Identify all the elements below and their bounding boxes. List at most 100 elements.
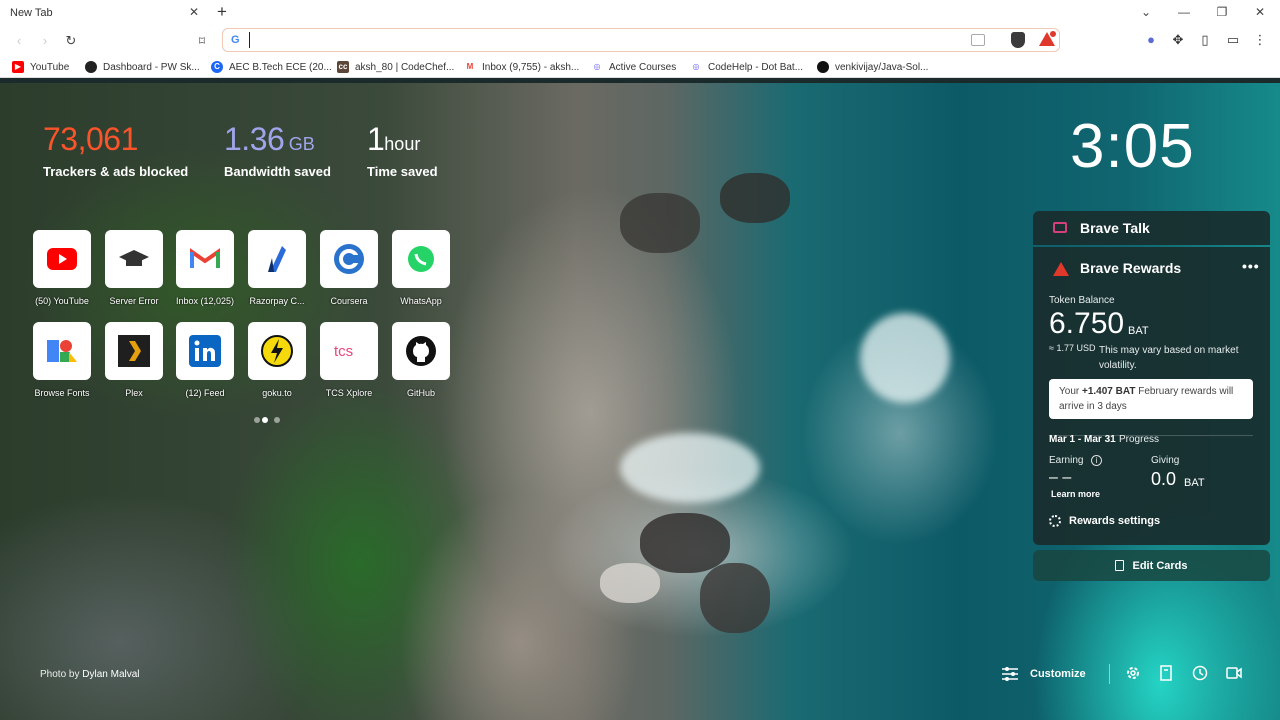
- bookmark-youtube[interactable]: ▶ YouTube: [12, 59, 69, 75]
- bookmark-github[interactable]: venkivijay/Java-Sol...: [817, 59, 928, 75]
- bookmark-label: YouTube: [30, 61, 70, 73]
- tab-close-icon[interactable]: ✕: [186, 4, 202, 20]
- bookmark-codechef[interactable]: cc aksh_80 | CodeChef...: [337, 59, 454, 75]
- settings-gear-icon[interactable]: [1125, 665, 1141, 681]
- info-icon[interactable]: i: [1091, 455, 1102, 466]
- share-icon[interactable]: [971, 34, 985, 46]
- trackers-count: 73,061: [43, 121, 138, 157]
- brave-talk-title: Brave Talk: [1080, 220, 1150, 236]
- top-site-github[interactable]: GitHub: [392, 322, 450, 406]
- background-foam: [860, 313, 950, 403]
- brave-talk-camera-icon[interactable]: [1226, 665, 1242, 681]
- tab-new-tab[interactable]: New Tab: [0, 0, 206, 26]
- learn-more-link[interactable]: Learn more: [1051, 489, 1100, 499]
- top-site-label: Server Error: [109, 296, 159, 306]
- top-site-label: TCS Xplore: [325, 388, 373, 398]
- top-site-label: Coursera: [330, 296, 368, 306]
- address-input[interactable]: [249, 32, 949, 48]
- sidebar-icon[interactable]: ▯: [1197, 32, 1213, 48]
- bandwidth-stat: 1.36 GB Bandwidth saved: [224, 121, 331, 179]
- pager-dot[interactable]: [254, 417, 260, 423]
- background-rock: [700, 563, 770, 633]
- bookmark-pw-dashboard[interactable]: Dashboard - PW Sk...: [85, 59, 200, 75]
- extensions-puzzle-icon[interactable]: ✥: [1170, 32, 1186, 48]
- bookmark-label: Active Courses: [609, 61, 677, 73]
- top-site-tcs-xplore[interactable]: tcs TCS Xplore: [320, 322, 378, 406]
- google-search-icon: G: [231, 34, 240, 46]
- photo-credit-author[interactable]: Dylan Malval: [82, 669, 139, 680]
- new-tab-plus-icon[interactable]: +: [214, 3, 230, 21]
- brave-shields-icon[interactable]: [1011, 32, 1025, 48]
- customize-button[interactable]: Customize: [1002, 665, 1086, 683]
- top-site-browse-fonts[interactable]: Browse Fonts: [33, 322, 91, 406]
- bookmarks-bar: ▶ YouTube Dashboard - PW Sk... C AEC B.T…: [0, 56, 1280, 78]
- rewards-badge: [1049, 30, 1057, 38]
- top-site-label: Razorpay C...: [249, 296, 305, 306]
- bookmark-label: AEC B.Tech ECE (20...: [229, 61, 332, 73]
- top-site-youtube[interactable]: (50) YouTube: [33, 230, 91, 314]
- time-value: 1: [367, 121, 385, 157]
- pager-dot-active[interactable]: [262, 417, 268, 423]
- razorpay-icon: [268, 246, 286, 272]
- notice-amount: +1.407 BAT: [1082, 386, 1136, 397]
- top-site-razorpay[interactable]: Razorpay C...: [248, 230, 306, 314]
- close-window-icon[interactable]: ✕: [1252, 4, 1268, 20]
- top-site-coursera[interactable]: Coursera: [320, 230, 378, 314]
- tab-title: New Tab: [10, 7, 53, 19]
- top-site-inbox[interactable]: Inbox (12,025): [176, 230, 234, 314]
- forward-arrow-icon[interactable]: ›: [36, 32, 54, 50]
- vpn-icon[interactable]: ●: [1143, 32, 1159, 48]
- omnibox[interactable]: G: [222, 28, 1060, 52]
- time-label: Time saved: [367, 164, 438, 179]
- background-rock: [720, 173, 790, 223]
- sliders-icon: [1002, 667, 1018, 681]
- time-unit: hour: [384, 134, 421, 154]
- volatility-note: This may vary based on market volatility…: [1099, 345, 1239, 371]
- brave-talk-camera-icon: [1053, 222, 1067, 233]
- menu-icon[interactable]: ⋮: [1252, 32, 1268, 48]
- time-stat: 1hour Time saved: [367, 121, 438, 179]
- rewards-settings-link[interactable]: Rewards settings: [1049, 515, 1160, 527]
- youtube-icon: ▶: [12, 61, 24, 73]
- wallet-icon[interactable]: ▭: [1225, 32, 1241, 48]
- top-site-whatsapp[interactable]: WhatsApp: [392, 230, 450, 314]
- bookmark-label: CodeHelp - Dot Bat...: [708, 61, 804, 73]
- top-site-label: (50) YouTube: [35, 296, 89, 306]
- bookmark-icon[interactable]: ⌑: [193, 32, 211, 50]
- back-arrow-icon[interactable]: ‹: [10, 32, 28, 50]
- token-balance-unit: BAT: [1128, 325, 1149, 337]
- top-site-server-error[interactable]: Server Error: [105, 230, 163, 314]
- background-rock: [620, 193, 700, 253]
- tab-search-chevron-icon[interactable]: ⌄: [1138, 4, 1154, 20]
- codehelp-icon: ◎: [591, 61, 603, 73]
- history-icon[interactable]: [1192, 665, 1208, 681]
- gear-icon: [1049, 515, 1061, 527]
- top-sites-pager: [254, 417, 284, 425]
- brave-talk-card[interactable]: Brave Talk: [1033, 211, 1270, 245]
- giving-value: 0.0: [1151, 469, 1177, 489]
- rewards-notice: Your +1.407 BAT February rewards will ar…: [1049, 379, 1253, 419]
- tcs-icon: tcs: [334, 343, 353, 360]
- giving-label: Giving: [1151, 455, 1180, 466]
- edit-cards-icon: [1115, 560, 1125, 571]
- minimize-icon[interactable]: —: [1176, 4, 1192, 20]
- bookmarks-icon[interactable]: [1158, 665, 1174, 681]
- top-site-label: Plex: [125, 388, 143, 398]
- rewards-more-menu-icon[interactable]: •••: [1242, 258, 1260, 274]
- graduation-cap-icon: [119, 250, 149, 266]
- bookmark-active-courses[interactable]: ◎ Active Courses: [591, 59, 676, 75]
- top-site-label: Browse Fonts: [34, 388, 90, 398]
- whatsapp-icon: [408, 246, 434, 272]
- bookmark-aec[interactable]: C AEC B.Tech ECE (20...: [211, 59, 332, 75]
- top-site-goku[interactable]: goku.to: [248, 322, 306, 406]
- reload-icon[interactable]: ↻: [62, 32, 80, 50]
- google-fonts-icon: [47, 340, 77, 362]
- bookmark-inbox[interactable]: M Inbox (9,755) - aksh...: [464, 59, 579, 75]
- top-site-plex[interactable]: Plex: [105, 322, 163, 406]
- top-site-linkedin[interactable]: (12) Feed: [176, 322, 234, 406]
- rewards-settings-label: Rewards settings: [1069, 515, 1161, 527]
- pager-dot[interactable]: [274, 417, 280, 423]
- edit-cards-button[interactable]: Edit Cards: [1033, 550, 1270, 581]
- bookmark-codehelp[interactable]: ◎ CodeHelp - Dot Bat...: [690, 59, 803, 75]
- restore-icon[interactable]: ❐: [1214, 4, 1230, 20]
